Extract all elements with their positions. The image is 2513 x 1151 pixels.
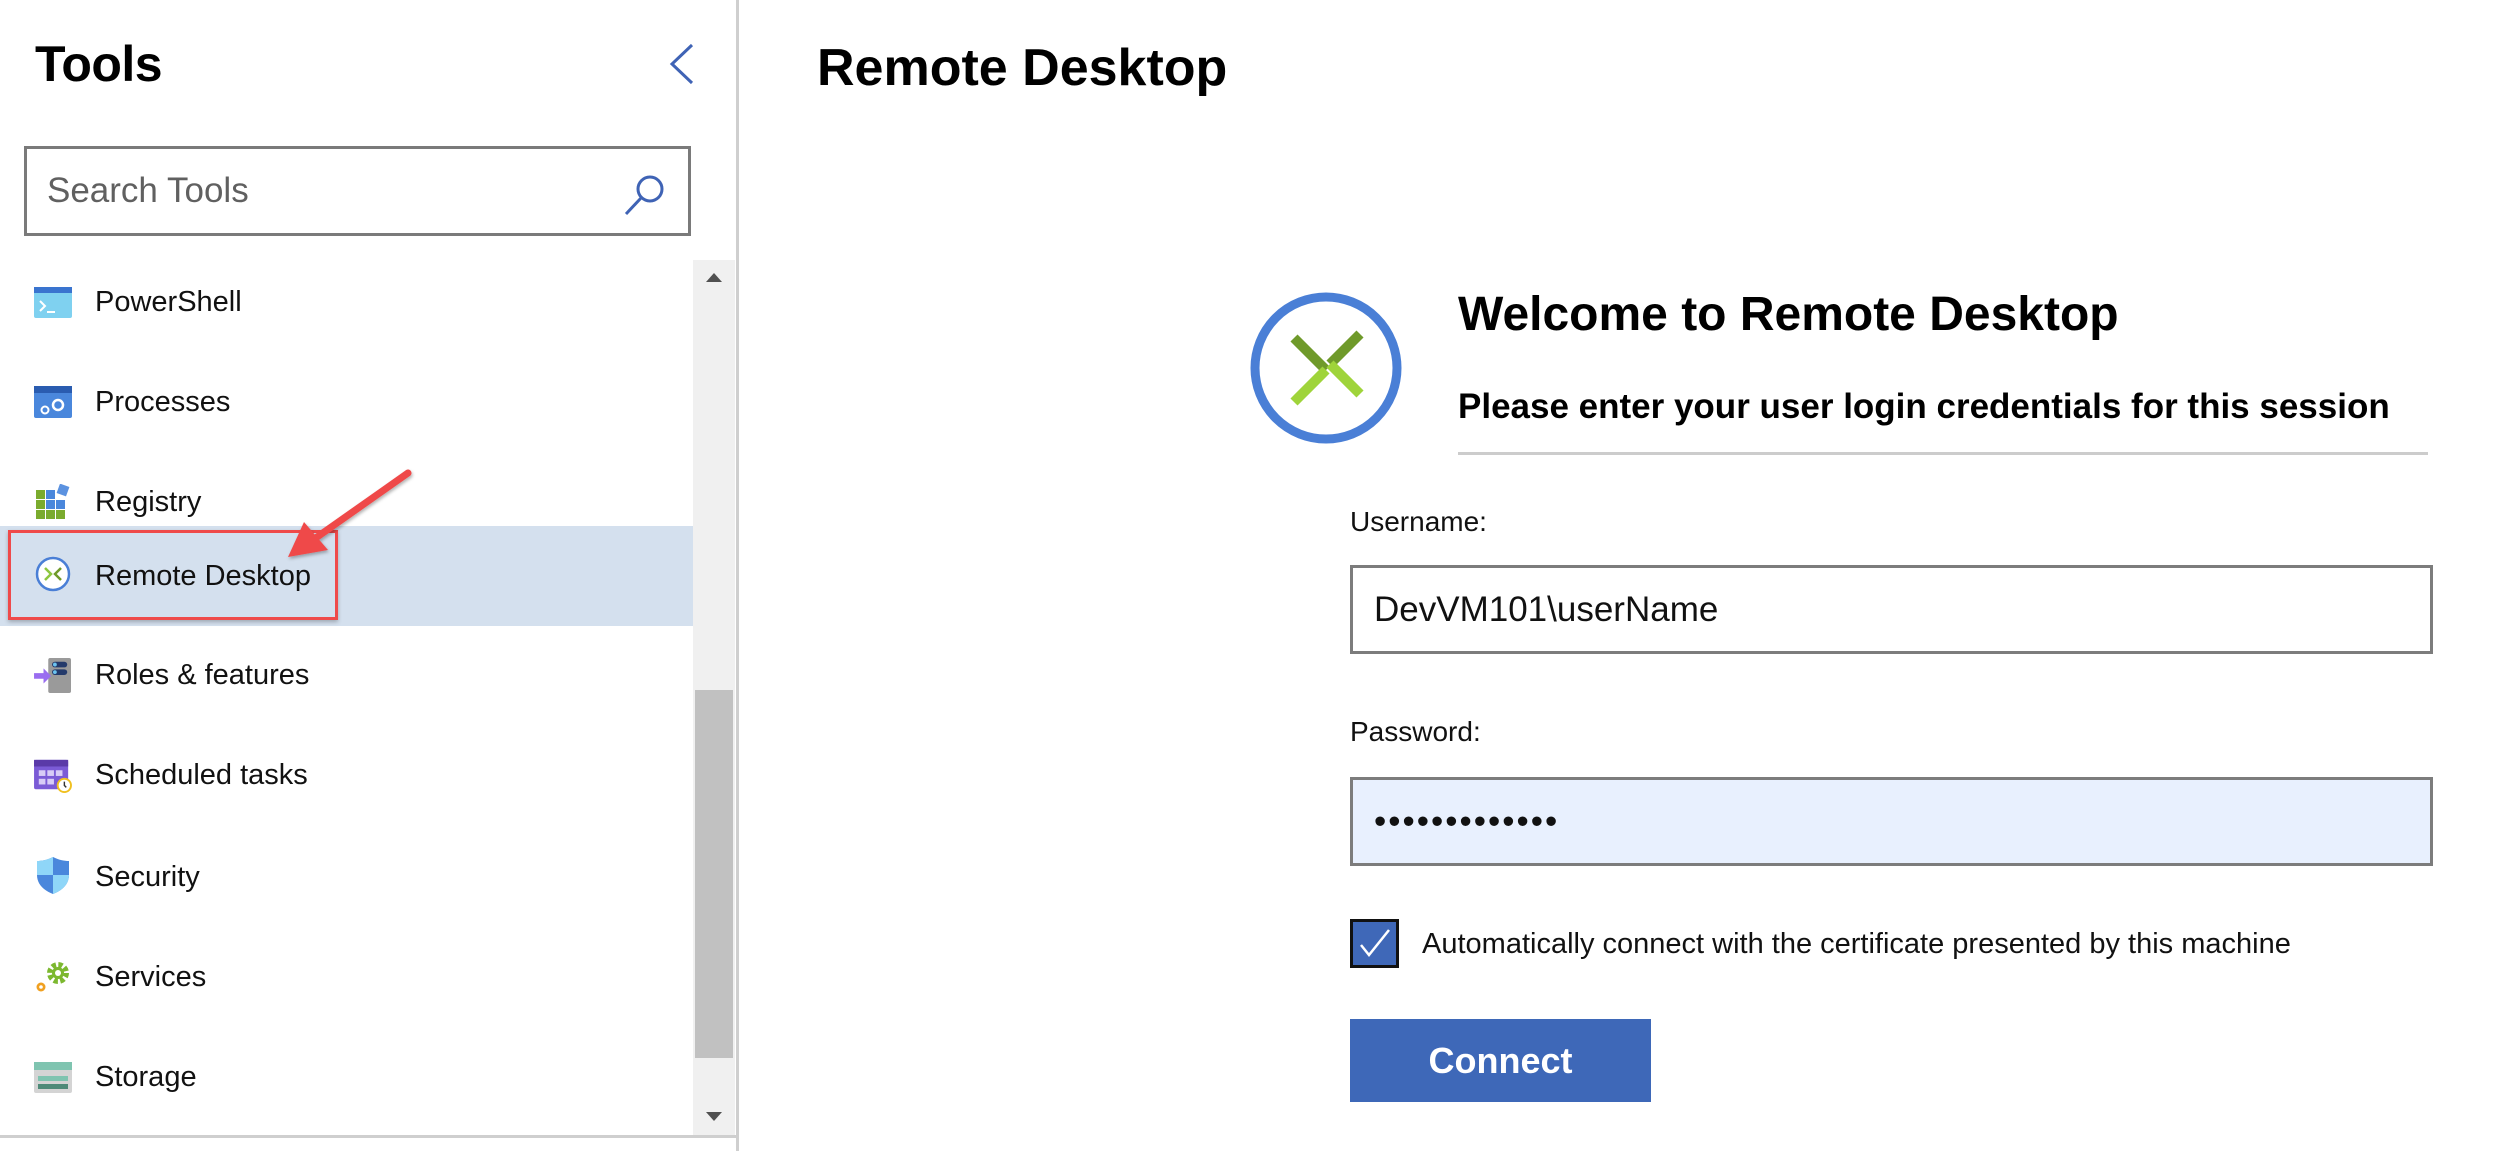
tool-item-label: Storage [95, 1061, 197, 1093]
search-tools-box [24, 146, 691, 236]
tool-item-label: Remote Desktop [95, 560, 311, 592]
search-icon[interactable] [621, 173, 667, 217]
tool-item-label: Roles & features [95, 659, 310, 691]
scheduled-tasks-icon [34, 759, 72, 793]
tool-item-label: PowerShell [95, 286, 242, 318]
registry-icon [36, 484, 70, 519]
services-gear-icon [36, 962, 69, 992]
tool-item-label: Security [95, 861, 200, 893]
tool-item-powershell[interactable]: PowerShell [0, 252, 693, 352]
tool-item-label: Services [95, 961, 207, 993]
username-input[interactable] [1350, 565, 2433, 654]
auto-connect-checkbox[interactable] [1350, 919, 1399, 968]
password-input[interactable] [1350, 777, 2433, 866]
tool-item-services[interactable]: Services [0, 927, 693, 1027]
tool-item-storage[interactable]: Storage [0, 1027, 693, 1127]
tool-item-remote-desktop[interactable]: Remote Desktop [0, 526, 693, 626]
tool-item-security[interactable]: Security [0, 827, 693, 927]
tools-list: PowerShell Processes Registry Remote Des… [0, 252, 693, 1134]
roles-features-icon [34, 657, 71, 693]
password-label: Password: [1350, 716, 1481, 747]
scrollbar-thumb[interactable] [695, 690, 733, 1058]
search-tools-input[interactable] [47, 149, 607, 233]
scroll-up-button[interactable] [693, 260, 735, 296]
tool-item-label: Scheduled tasks [95, 759, 308, 791]
auto-connect-label[interactable]: Automatically connect with the certifica… [1422, 924, 2291, 964]
processes-icon [34, 386, 72, 418]
tools-list-scrollbar[interactable] [693, 260, 735, 1136]
triangle-up-icon [706, 273, 722, 282]
welcome-divider [1458, 452, 2428, 455]
tool-item-roles-features[interactable]: Roles & features [0, 625, 693, 725]
panel-divider [736, 0, 739, 1151]
sidebar-title: Tools [35, 36, 163, 92]
page-title: Remote Desktop [817, 39, 1228, 97]
security-shield-icon [37, 857, 69, 894]
tools-sidebar: Tools PowerShell [0, 0, 736, 1151]
tool-item-label: Processes [95, 386, 231, 418]
chevron-left-icon [669, 43, 694, 85]
checkmark-icon [1360, 929, 1390, 958]
username-label: Username: [1350, 506, 1487, 537]
welcome-subheading: Please enter your user login credentials… [1458, 387, 2390, 426]
sidebar-bottom-border [0, 1135, 736, 1138]
powershell-icon [34, 287, 72, 318]
tool-item-scheduled-tasks[interactable]: Scheduled tasks [0, 725, 693, 825]
remote-desktop-logo-icon [1250, 292, 1402, 444]
triangle-down-icon [706, 1112, 722, 1121]
welcome-heading: Welcome to Remote Desktop [1458, 288, 2119, 341]
collapse-sidebar-button[interactable] [660, 38, 704, 90]
scroll-down-button[interactable] [693, 1100, 735, 1136]
tool-item-processes[interactable]: Processes [0, 352, 693, 452]
connect-button[interactable]: Connect [1350, 1019, 1651, 1102]
remote-desktop-icon [35, 556, 71, 592]
storage-icon [34, 1062, 72, 1093]
